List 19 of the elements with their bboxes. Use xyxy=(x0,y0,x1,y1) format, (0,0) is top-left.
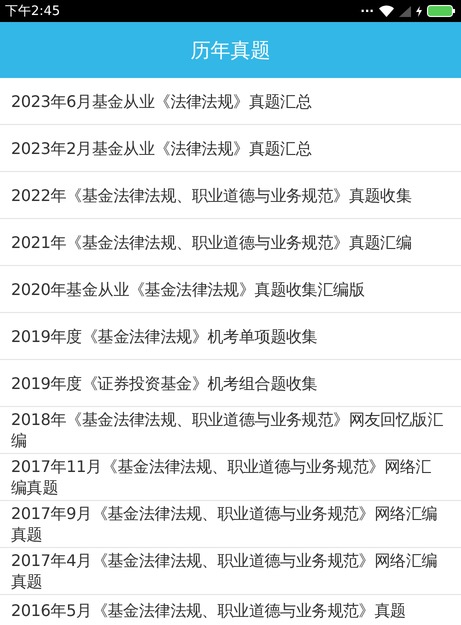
list-item[interactable]: 2021年《基金法律法规、职业道德与业务规范》真题汇编 xyxy=(0,219,461,266)
list-item[interactable]: 2020年基金从业《基金法律法规》真题收集汇编版 xyxy=(0,266,461,313)
signal-icon xyxy=(399,6,411,16)
charging-icon xyxy=(416,6,422,16)
status-time: 下午2:45 xyxy=(5,3,60,20)
list-item[interactable]: 2017年4月《基金法律法规、职业道德与业务规范》网络汇编真题 xyxy=(0,548,461,595)
list-item[interactable]: 2022年《基金法律法规、职业道德与业务规范》真题收集 xyxy=(0,172,461,219)
list-item[interactable]: 2018年《基金法律法规、职业道德与业务规范》网友回忆版汇编 xyxy=(0,407,461,454)
list-item[interactable]: 2019年度《基金法律法规》机考单项题收集 xyxy=(0,313,461,360)
list-item[interactable]: 2017年11月《基金法律法规、职业道德与业务规范》网络汇编真题 xyxy=(0,454,461,501)
page-title: 历年真题 xyxy=(190,36,270,64)
battery-icon xyxy=(427,5,455,17)
list-item[interactable]: 2017年9月《基金法律法规、职业道德与业务规范》网络汇编真题 xyxy=(0,501,461,548)
more-indicator: ... xyxy=(360,2,374,14)
list-item[interactable]: 2016年5月《基金法律法规、职业道德与业务规范》真题 xyxy=(0,595,461,625)
list-item[interactable]: 2023年2月基金从业《法律法规》真题汇总 xyxy=(0,125,461,172)
list-item[interactable]: 2023年6月基金从业《法律法规》真题汇总 xyxy=(0,78,461,125)
wifi-icon xyxy=(379,5,394,17)
list-item[interactable]: 2019年度《证券投资基金》机考组合题收集 xyxy=(0,360,461,407)
